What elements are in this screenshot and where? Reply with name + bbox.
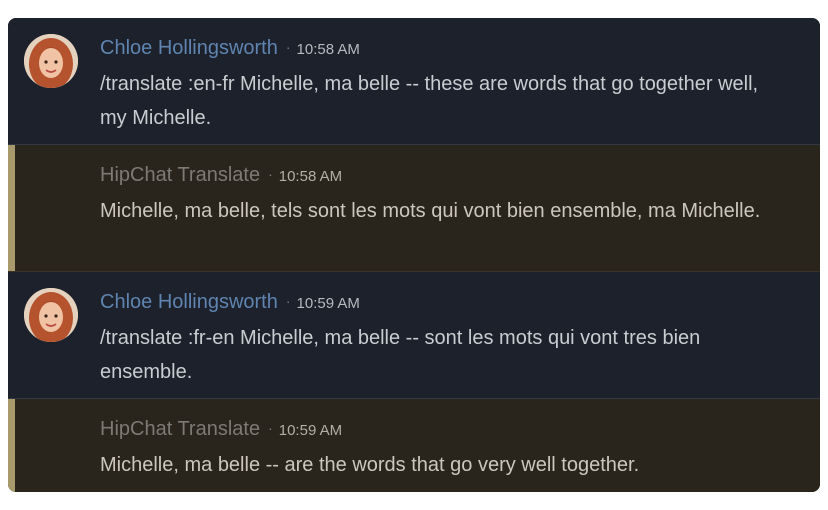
message-text: /translate :fr-en Michelle, ma belle -- … <box>100 327 701 383</box>
message-timestamp: 10:59 AM <box>296 295 360 312</box>
message-text: Michelle, ma belle, tels sont les mots q… <box>100 200 761 222</box>
sender-name[interactable]: HipChat Translate <box>100 164 260 186</box>
chat-message: HipChat Translate · 10:59 AM Michelle, ma … <box>8 399 820 492</box>
meta-separator: · <box>268 166 273 182</box>
chat-message: Chloe Hollingsworth · 10:59 AM /translate … <box>8 272 820 399</box>
user-avatar-icon <box>24 34 78 88</box>
chat-message: HipChat Translate · 10:58 AM Michelle, ma … <box>8 145 820 272</box>
message-text: /translate :en-fr Michelle, ma belle -- … <box>100 73 759 129</box>
avatar[interactable] <box>24 288 78 342</box>
meta-separator: · <box>268 420 273 436</box>
message-timestamp: 10:59 AM <box>278 422 343 439</box>
chat-message-list: Chloe Hollingsworth · 10:58 AM /translate … <box>8 18 820 492</box>
sender-name[interactable]: Chloe Hollingsworth <box>100 291 278 313</box>
message-text: Michelle, ma belle -- are the words that… <box>100 454 640 476</box>
message-timestamp: 10:58 AM <box>296 41 360 58</box>
bot-message-accent <box>8 399 15 492</box>
meta-separator: · <box>285 293 291 309</box>
avatar[interactable] <box>24 34 78 88</box>
sender-name[interactable]: Chloe Hollingsworth <box>100 37 278 59</box>
message-timestamp: 10:58 AM <box>278 168 343 185</box>
chat-message: Chloe Hollingsworth · 10:58 AM /translate … <box>8 18 820 145</box>
bot-message-accent <box>8 145 15 272</box>
meta-separator: · <box>285 39 291 55</box>
sender-name[interactable]: HipChat Translate <box>100 418 260 440</box>
user-avatar-icon <box>24 288 78 342</box>
